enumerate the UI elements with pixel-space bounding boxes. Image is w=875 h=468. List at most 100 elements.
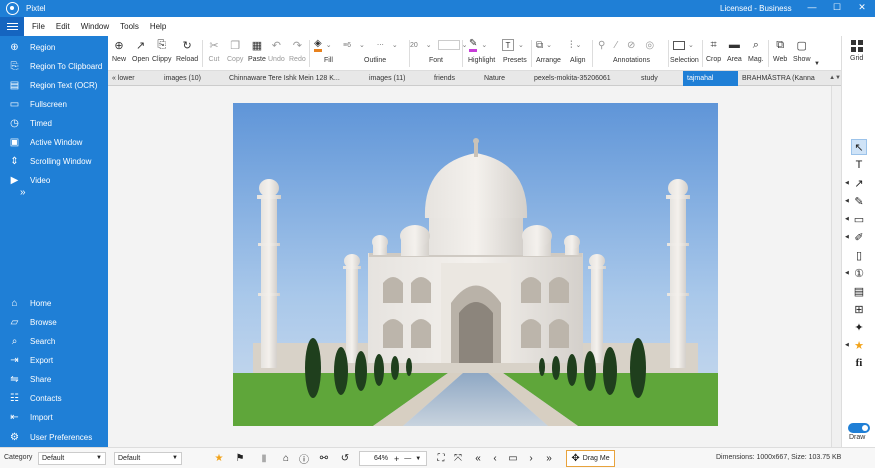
tab-images-11[interactable]: images (11) [369,71,421,86]
arrange-dropdown[interactable]: ⧉ ⌄ [536,38,552,52]
page-view-icon[interactable]: ▭ [506,452,520,465]
presets-dropdown[interactable]: T ⌄ [502,38,524,52]
tab-scroll-icon[interactable]: ▲▼ [829,71,841,86]
secondary-select[interactable]: Default ▼ [114,452,182,465]
taj-mahal-photo[interactable] [233,103,718,426]
magnifier-button[interactable]: ⌕ Mag. [748,38,764,64]
redo-button[interactable]: ↷ Redo [289,38,306,64]
menu-window[interactable]: Window [81,22,109,31]
sidebar-item-user-preferences[interactable]: ⚙ User Preferences [0,428,108,446]
history-icon[interactable]: ↺ [338,452,352,465]
select-tool-icon[interactable]: ↖ [851,139,867,155]
tab-pexels[interactable]: pexels-mokita-35206061 [534,71,626,86]
note-tool-icon[interactable]: ▯ [851,247,867,263]
grid-button[interactable]: Grid [850,40,863,62]
stamp-tool-icon[interactable]: ▤ [851,283,867,299]
highlighter-tool-icon[interactable]: ✐ [851,229,867,245]
tab-friends[interactable]: friends [434,71,470,86]
sidebar-item-region-text-ocr[interactable]: ▤ Region Text (OCR) [0,76,108,94]
menu-edit[interactable]: Edit [56,22,70,31]
step-number-tool-icon[interactable]: ① [851,265,867,281]
web-button[interactable]: ⧉ Web [773,38,787,64]
sidebar-item-region[interactable]: ⊕ Region [0,38,108,56]
copy-button[interactable]: ❐ Copy [227,38,243,64]
link-icon[interactable]: ⚯ [317,452,331,465]
chevron-down-icon[interactable]: ▼ [415,456,421,462]
hide-icon[interactable]: ⊘ [627,40,635,51]
fit-screen-icon[interactable]: ⛶ [434,452,448,465]
close-button[interactable]: ✕ [855,2,869,13]
sidebar-item-active-window[interactable]: ▣ Active Window [0,133,108,151]
show-button[interactable]: ▢ Show [793,38,811,64]
tab-brahmastra[interactable]: BRAHMĀSTRA (Kanna [742,71,834,86]
more-chevron-icon[interactable]: » [20,187,26,198]
area-button[interactable]: ▬ Area [727,38,742,63]
arrow-tool-icon[interactable]: ↗ [851,175,867,191]
tab-nature[interactable]: Nature [484,71,518,86]
minimize-button[interactable]: — [805,2,819,12]
tab-tajmahal[interactable]: tajmahal [683,71,738,86]
last-page-icon[interactable]: » [542,452,556,465]
cut-button[interactable]: ✂ Cut [207,38,221,64]
tag-icon[interactable]: ⌂ [279,452,293,465]
drag-me-button[interactable]: ✥ Drag Me [566,450,615,467]
align-dropdown[interactable]: ⫶ ⌄ [570,38,581,52]
sidebar-item-contacts[interactable]: ☷ Contacts [0,389,108,407]
draw-toggle[interactable] [848,423,870,433]
sidebar-item-share[interactable]: ⇋ Share [0,370,108,388]
vertical-scrollbar[interactable] [831,86,841,447]
undo-button[interactable]: ↶ Undo [268,38,285,64]
outline-dropdown[interactable]: ≡ 6 ⌄ ⋯ ⌄ [343,38,398,52]
selection-dropdown[interactable]: ⌄ [673,38,694,52]
menu-tools[interactable]: Tools [120,22,139,31]
tab-study[interactable]: study [641,71,671,86]
pen-tool-icon[interactable]: ✎ [851,193,867,209]
menu-help[interactable]: Help [150,22,166,31]
highlight-dropdown[interactable]: ✎ ⌄ [469,38,487,52]
paste-button[interactable]: ▦ Paste [248,38,266,64]
next-page-icon[interactable]: › [524,452,538,465]
sidebar-item-timed[interactable]: ◷ Timed [0,114,108,132]
canvas[interactable] [108,86,841,447]
fill-dropdown[interactable]: ◈ ⌄ [314,38,332,52]
bookmark-icon[interactable]: ▮ [257,452,271,465]
tab-lower[interactable]: « lower [112,71,152,86]
sidebar-item-import[interactable]: ⇤ Import [0,408,108,426]
font-size-dropdown[interactable]: 20 ⌄ ⌄ [410,38,468,52]
rectangle-tool-icon[interactable]: ▭ [851,211,867,227]
sidebar-item-video[interactable]: ▶ Video [0,171,108,189]
flag-icon[interactable]: ⚑ [233,452,247,465]
formula-tool-icon[interactable]: fi [851,355,867,371]
info-icon[interactable]: ⓘ [297,452,311,466]
tab-images-10[interactable]: images (10) [164,71,216,86]
maximize-button[interactable]: ☐ [830,2,844,13]
sidebar-item-home[interactable]: ⌂ Home [0,294,108,312]
blur-icon[interactable]: ◎ [645,40,654,51]
sidebar-item-browse[interactable]: ▱ Browse [0,313,108,331]
sidebar-item-export[interactable]: ⇥ Export [0,351,108,369]
favorite-star-icon[interactable]: ★ [212,452,226,465]
brush-icon[interactable]: ⁄ [615,40,617,51]
tab-chinnaware[interactable]: Chinnaware Tere Ishk Mein 128 K... [229,71,355,86]
category-select[interactable]: Default ▼ [38,452,106,465]
open-button[interactable]: ↗ Open [132,38,149,64]
sparkle-tool-icon[interactable]: ✦ [851,319,867,335]
pin-icon[interactable]: ⚲ [598,40,605,51]
reload-button[interactable]: ↻ Reload [176,38,198,64]
new-button[interactable]: ⊕ New [112,38,126,64]
image-tool-icon[interactable]: ⊞ [851,301,867,317]
sidebar-item-fullscreen[interactable]: ▭ Fullscreen [0,95,108,113]
expand-icon[interactable]: ⤧ [451,452,465,465]
menu-file[interactable]: File [32,22,45,31]
star-tool-icon[interactable]: ★ [851,337,867,353]
first-page-icon[interactable]: « [471,452,485,465]
crop-button[interactable]: ⌗ Crop [706,38,721,64]
chevron-down-icon[interactable]: ▼ [814,61,820,67]
zoom-in-button[interactable]: + [394,454,399,464]
sidebar-item-region-to-clipboard[interactable]: ⎘ Region To Clipboard [0,57,108,75]
zoom-out-button[interactable]: — [404,455,411,462]
clippy-button[interactable]: ⎘ Clippy [152,38,171,64]
text-tool-icon[interactable]: T [851,157,867,173]
hamburger-menu-icon[interactable] [0,17,24,36]
previous-page-icon[interactable]: ‹ [488,452,502,465]
